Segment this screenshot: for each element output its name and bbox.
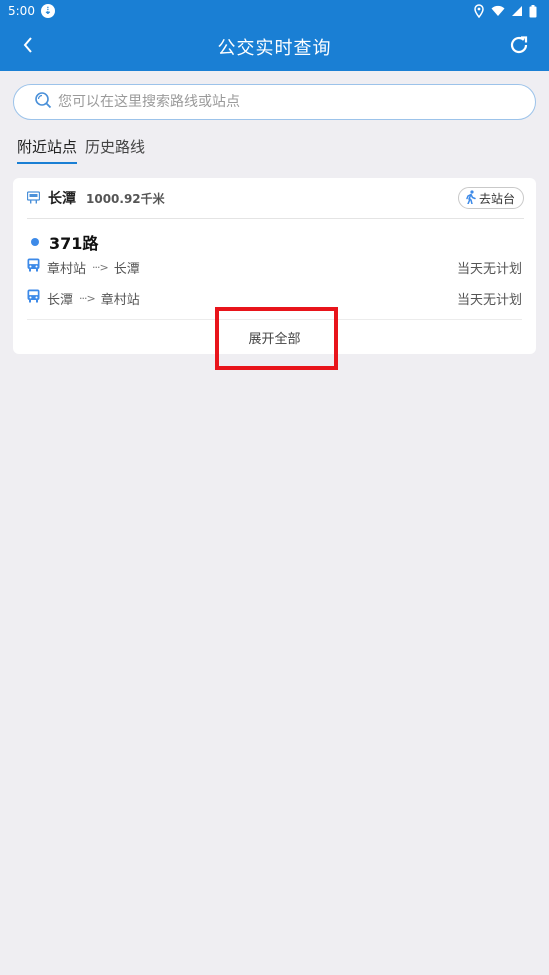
station-header[interactable]: 长潭 1000.92千米 去站台	[26, 178, 524, 219]
signal-icon	[511, 5, 523, 17]
tab-nearby-stations[interactable]: 附近站点	[17, 130, 78, 164]
status-bar: 5:00 ⇣	[0, 0, 549, 22]
station-distance: 1000.92千米	[86, 191, 165, 206]
location-icon	[473, 4, 485, 18]
go-to-stop-button[interactable]: 去站台	[457, 187, 524, 209]
direction-from: 章村站	[47, 261, 87, 277]
route-direction-row[interactable]: 长潭 ···> 章村站 当天无计划	[27, 287, 522, 309]
bus-icon	[27, 289, 40, 307]
status-time: 5:00	[8, 4, 35, 18]
bus-stop-icon	[26, 189, 41, 208]
page-title: 公交实时查询	[217, 37, 332, 59]
direction-from: 长潭	[47, 292, 74, 308]
direction-status: 当天无计划	[456, 261, 522, 277]
search-box[interactable]	[13, 84, 536, 120]
wifi-icon	[491, 5, 505, 17]
station-name: 长潭	[48, 191, 76, 207]
download-icon: ⇣	[40, 4, 55, 18]
direction-status: 当天无计划	[456, 292, 522, 308]
back-button[interactable]	[4, 22, 52, 71]
status-icons	[473, 4, 537, 18]
go-to-stop-label: 去站台	[478, 191, 515, 206]
direction-to: 章村站	[100, 292, 140, 308]
tab-history-routes[interactable]: 历史路线	[85, 130, 145, 164]
refresh-button[interactable]	[495, 22, 543, 71]
back-icon	[22, 36, 34, 58]
battery-icon	[529, 4, 537, 18]
refresh-icon	[508, 34, 530, 60]
search-icon	[34, 91, 52, 113]
bus-icon	[27, 258, 40, 276]
highlight-box	[215, 307, 338, 370]
screen: 5:00 ⇣ 公交实时查询 您可以在这里搜索路线或站点 附近站点 历史路线 长潭…	[0, 0, 549, 975]
route-header: 371路	[31, 230, 98, 254]
direction-to: 长潭	[113, 261, 140, 277]
status-left: 5:00 ⇣	[8, 4, 55, 18]
route-name: 371路	[49, 234, 99, 253]
direction-arrow: ···>	[79, 291, 96, 305]
app-bar: 公交实时查询	[0, 22, 549, 71]
walk-icon	[465, 189, 477, 207]
route-dot	[31, 238, 39, 246]
search-input[interactable]	[58, 94, 535, 110]
route-direction-row[interactable]: 章村站 ···> 长潭 当天无计划	[27, 256, 522, 278]
tab-bar: 附近站点 历史路线	[17, 130, 145, 166]
direction-arrow: ···>	[92, 260, 109, 274]
